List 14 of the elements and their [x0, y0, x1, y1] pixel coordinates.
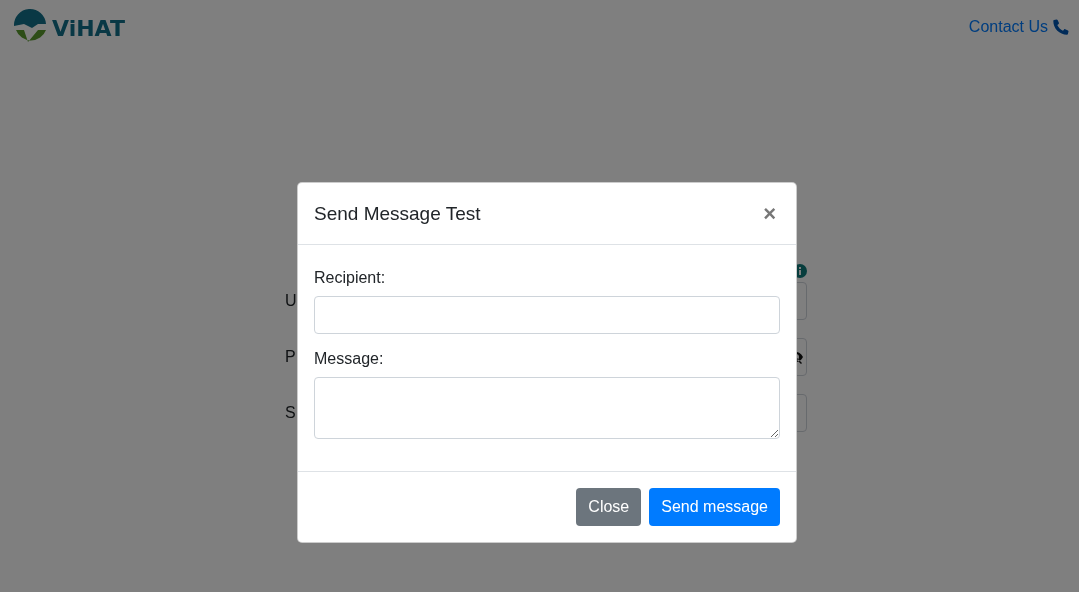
input-field[interactable] — [314, 296, 780, 334]
phone-icon — [1053, 19, 1069, 35]
field-label: Recipient: — [314, 269, 387, 287]
field-label: P — [285, 347, 296, 367]
message-field[interactable] — [314, 377, 780, 439]
send-button[interactable]: Send message — [649, 488, 780, 526]
contact-link[interactable]: Contact Us — [968, 18, 1069, 36]
close-button[interactable]: × — [759, 200, 780, 227]
modal-title: Send Message Test — [314, 202, 481, 225]
field-label: Message: — [314, 350, 385, 368]
logo-text: ViHAT — [52, 15, 125, 41]
close-button[interactable]: Close — [576, 488, 642, 526]
field-label: S — [285, 403, 296, 423]
field-label: U — [285, 291, 297, 311]
